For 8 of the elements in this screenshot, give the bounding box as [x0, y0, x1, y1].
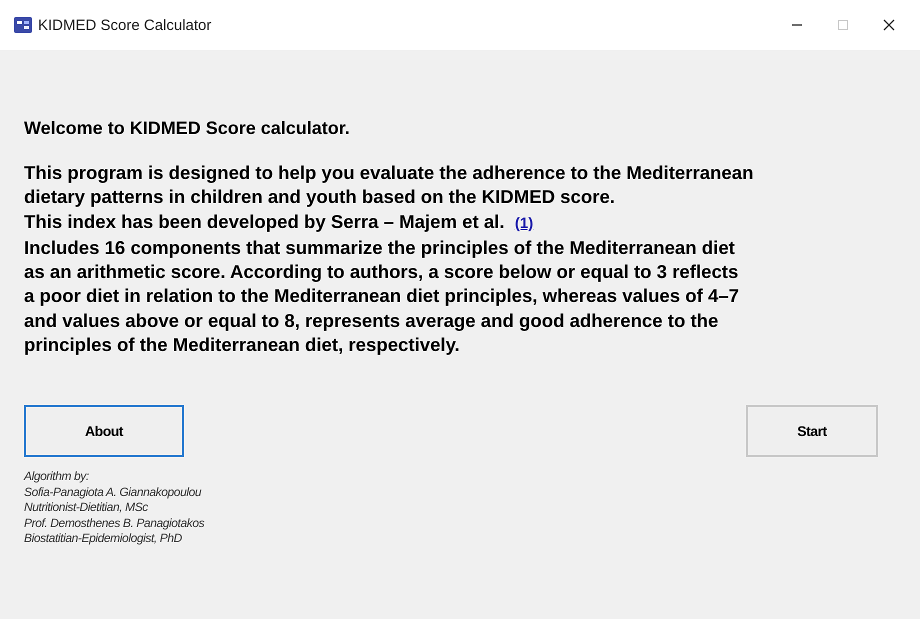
reference-link[interactable]: (1) [514, 214, 534, 232]
description-paragraph: This program is designed to help you evaluate the adherence to the Mediterranean dietary patterns in children and youth based on the KIDMED score. This index has been developed by Serra – Majem et al. (1) Includes 16 components that summarize the principles of the Mediterranean diet as an arithmetic score. According to authors, a score below or equal to 3 reflects a poor diet in relation to the Mediterranean diet principles, whereas values of 4–7 and values above or equal to 8, represents average and good adherence to the principles of the Mediterranean diet, respectively. [24, 161, 754, 358]
start-button[interactable]: Start [746, 405, 878, 458]
window-title: KIDMED Score Calculator [38, 16, 212, 34]
app-icon [14, 17, 32, 33]
credits-text: Algorithm by: Sofia-Panagiota A. Giannakopoulou Nutritionist-Dietitian, MSc Prof. Demosthenes B. Panagiotakos Biostatitian-Epidemiologist, PhD [24, 469, 206, 547]
about-button[interactable]: About [24, 405, 184, 458]
welcome-heading: Welcome to KIDMED Score calculator. [24, 118, 351, 139]
